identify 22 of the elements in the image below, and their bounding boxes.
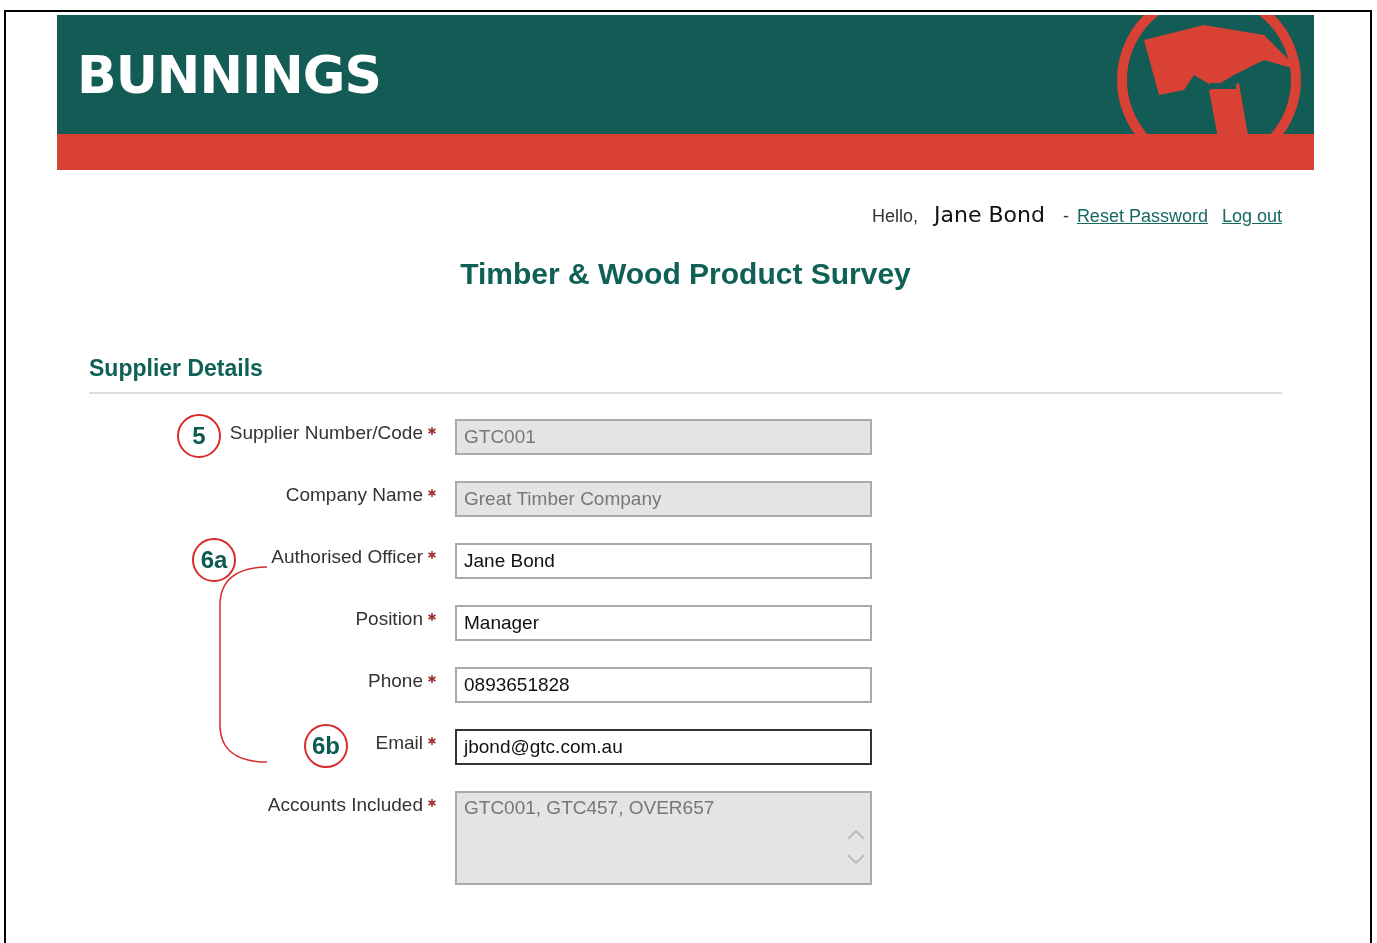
section-title: Supplier Details [89,355,1282,394]
user-link[interactable]: Reset Password [1076,206,1208,227]
separator-text: - [1062,206,1069,227]
page-title: Timber & Wood Product Survey [459,257,912,291]
callout-number: 6a [192,538,236,582]
callout-number: 6b [304,724,348,768]
input-field[interactable]: Jane Bond [455,543,872,579]
field-label: Company Name [285,484,423,506]
callout-number: 5 [177,414,221,458]
logo[interactable]: BUNNINGS [77,44,381,105]
user-name: Jane Bond [933,202,1045,227]
input-field[interactable]: 0893651828 [455,667,872,703]
field-label: Email [375,732,423,754]
field-label: Supplier Number/Code [229,422,423,444]
input-field[interactable]: jbond@gtc.com.au [455,729,872,765]
field-label: Authorised Officer [271,546,423,568]
field-label: Phone [368,670,423,692]
greeting-text: Hello, [871,206,918,227]
field-label: Position [355,608,423,630]
input-field[interactable]: Manager [455,605,872,641]
field-label: Accounts Included [267,794,423,816]
user-link[interactable]: Log out [1221,206,1282,227]
